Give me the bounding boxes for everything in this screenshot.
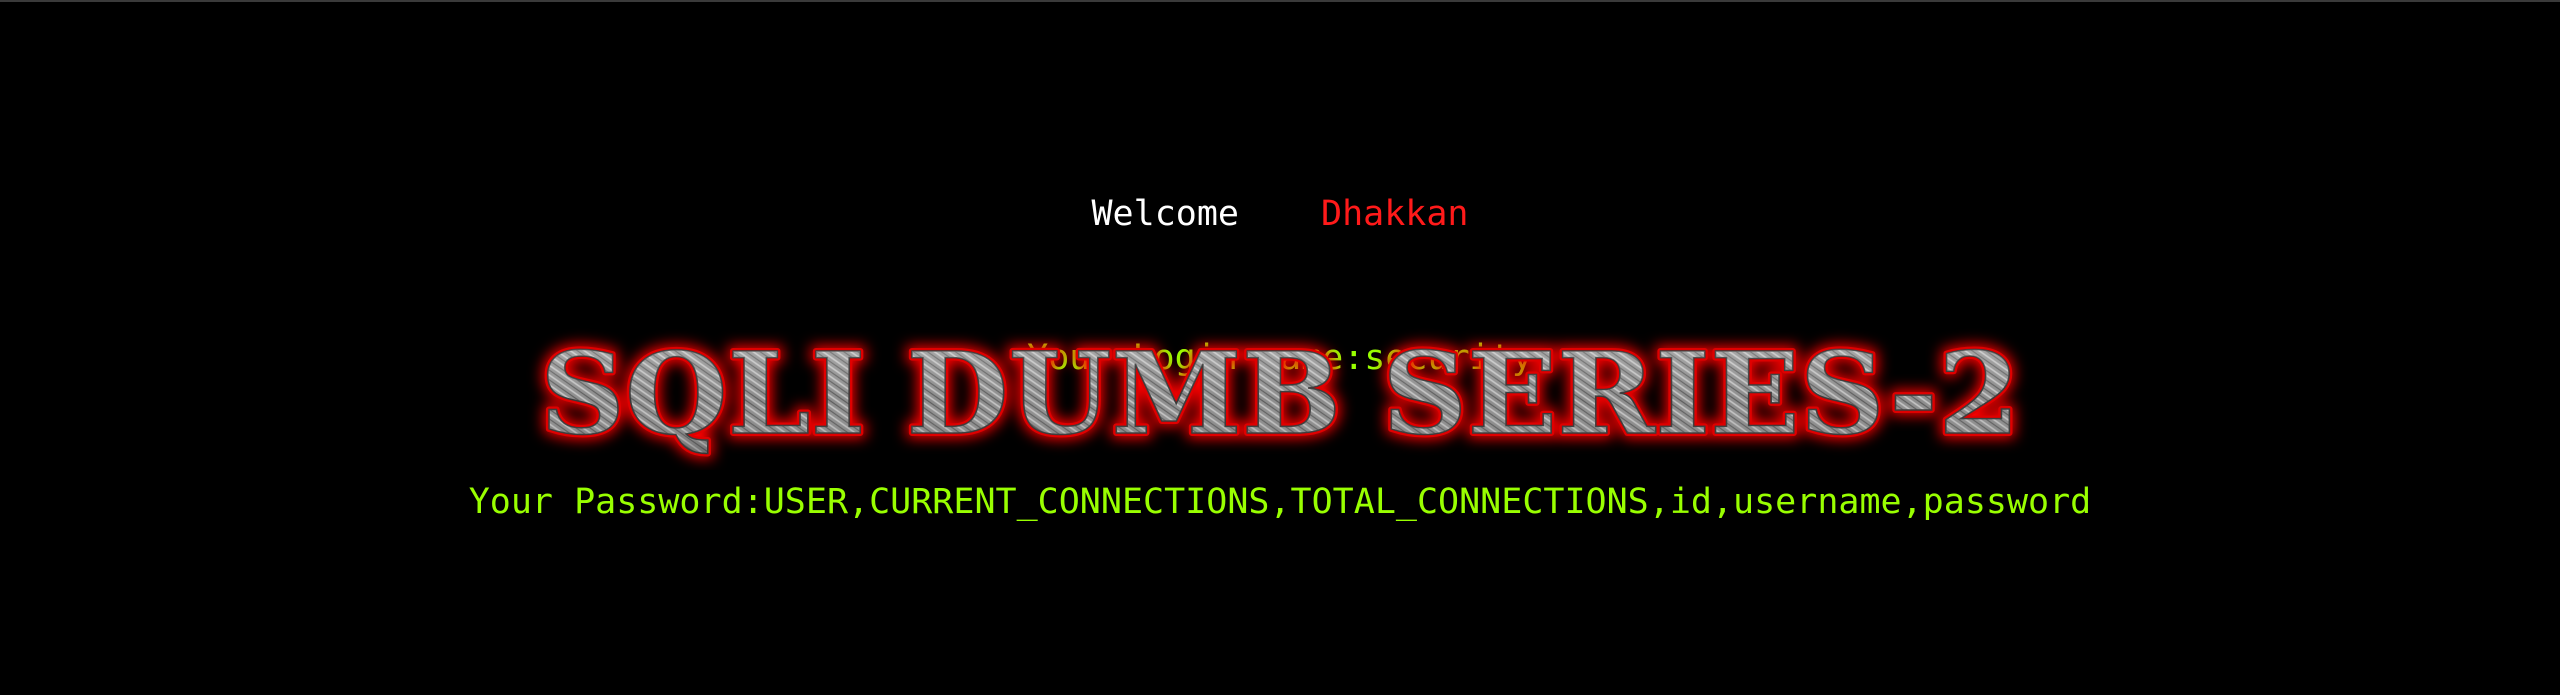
- password-line: Your Password:USER,CURRENT_CONNECTIONS,T…: [0, 478, 2560, 526]
- title-banner: SQLI DUMB SERIES-2 SQLI DUMB SERIES-2 SQ…: [0, 320, 2560, 470]
- password-value: USER,CURRENT_CONNECTIONS,TOTAL_CONNECTIO…: [763, 482, 2092, 522]
- banner-title-sheen: SQLI DUMB SERIES-2: [540, 329, 2020, 460]
- welcome-label: Welcome: [1091, 194, 1239, 234]
- user-name: Dhakkan: [1321, 194, 1469, 234]
- password-label: Your Password:: [468, 482, 764, 522]
- title-banner-graphic: SQLI DUMB SERIES-2 SQLI DUMB SERIES-2 SQ…: [535, 324, 2025, 465]
- welcome-line: Welcome Dhakkan: [0, 190, 2560, 238]
